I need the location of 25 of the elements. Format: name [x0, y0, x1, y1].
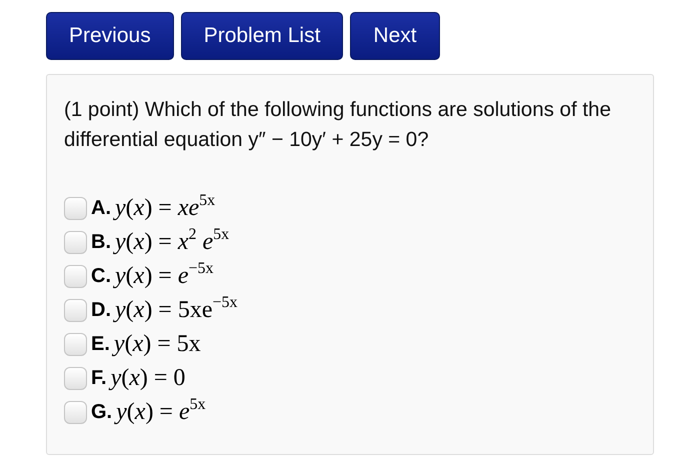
checkbox[interactable]	[64, 264, 87, 288]
option-letter: B.	[91, 230, 111, 254]
option-letter: C.	[91, 264, 111, 288]
checkbox[interactable]	[64, 332, 87, 356]
option-letter: D.	[91, 298, 111, 322]
option-formula: y(x) = x$^{2}$ e$^{5x}$	[115, 228, 230, 256]
option-formula: y(x) = 0	[110, 364, 186, 392]
option-formula: y(x) = e$^{5x}$	[116, 398, 206, 426]
nav-button[interactable]: Next	[350, 12, 440, 60]
checkbox[interactable]	[64, 298, 87, 322]
option-formula: y(x) = e$^{−5x}$	[115, 262, 214, 290]
checkbox[interactable]	[64, 400, 87, 424]
option-formula: y(x) = 5xe$^{−5x}$	[115, 296, 238, 324]
question-text: (1 point) Which of the following functions are solutions of the differential equation y″ − 10y′ + 25y = 0?	[64, 97, 612, 153]
option-letter: G.	[91, 400, 112, 424]
nav-button[interactable]: Problem List	[180, 12, 344, 60]
option-letter: A.	[91, 196, 111, 220]
checkbox[interactable]	[64, 230, 87, 254]
option-letter: F.	[91, 366, 107, 390]
option-formula: y(x) = 5x	[114, 330, 201, 358]
checkbox[interactable]	[64, 366, 87, 390]
checkbox[interactable]	[64, 196, 87, 220]
option-formula: y(x) = xe$^{5x}$	[115, 194, 216, 222]
nav-button[interactable]: Previous	[46, 12, 174, 60]
option-letter: E.	[91, 332, 110, 356]
